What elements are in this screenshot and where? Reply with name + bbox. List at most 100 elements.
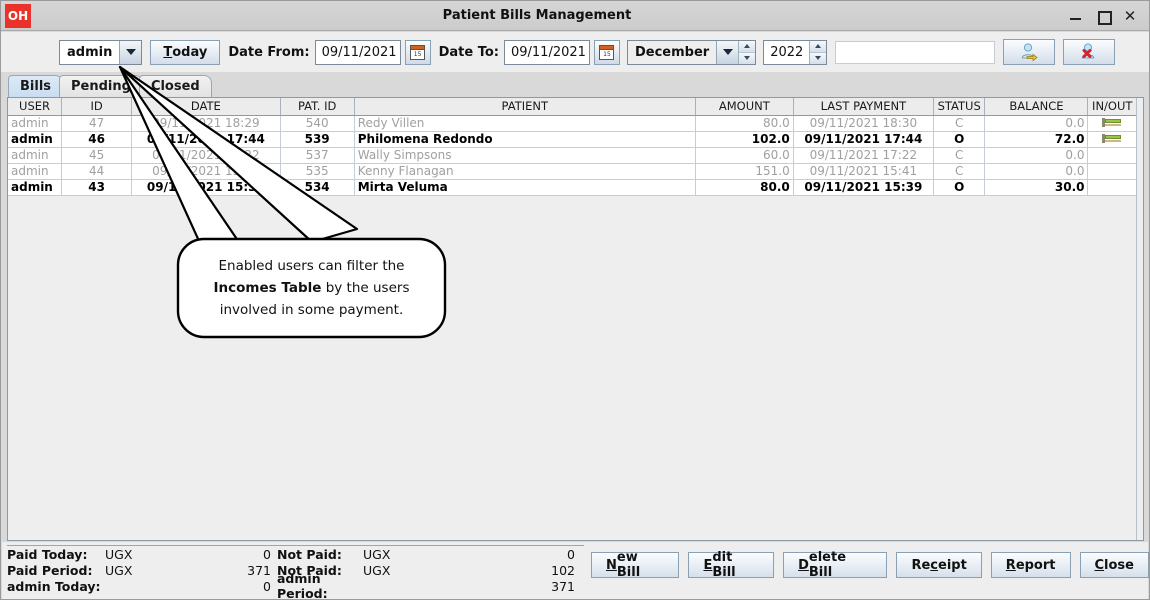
summary-currency: UGX xyxy=(105,562,133,578)
column-header[interactable]: ID xyxy=(61,98,133,116)
month-combo-value: December xyxy=(627,40,717,64)
table-row[interactable]: admin 46 09/11/2021 17:44 539 Philomena Redo… xyxy=(8,131,1137,148)
bill-id: 43 xyxy=(61,179,133,196)
summary-value: 0 xyxy=(263,578,271,594)
date-to-input[interactable]: 09/11/2021 xyxy=(503,39,590,65)
month-combo[interactable]: December xyxy=(626,39,757,65)
user-clear-filter-button[interactable] xyxy=(1063,39,1116,65)
summary-label: Paid Today: xyxy=(7,546,88,562)
year-spinner[interactable]: 2022 xyxy=(763,39,828,65)
last-payment: 09/11/2021 15:41 xyxy=(793,163,934,180)
chevron-down-icon[interactable] xyxy=(119,40,142,64)
close-button[interactable]: Close xyxy=(1079,552,1149,578)
bill-date: 09/11/2021 17:22 xyxy=(131,147,281,164)
column-header[interactable]: IN/OUT xyxy=(1087,98,1137,116)
summary-label-2: admin Period: xyxy=(277,571,328,600)
year-spinner-arrows[interactable] xyxy=(809,40,827,64)
patient-id: 539 xyxy=(280,131,355,148)
bill-user: admin xyxy=(8,115,63,132)
patient-id: 537 xyxy=(280,147,355,164)
action-button-bar: New Bill Edit Bill Delete Bill Re c eipt Repor… xyxy=(591,550,1149,580)
column-header[interactable]: BALANCE xyxy=(984,98,1089,116)
button-label-pre: Re xyxy=(911,557,931,573)
user-filter-value: admin xyxy=(60,40,120,64)
button-mnemonic: C xyxy=(1094,557,1105,573)
year-value: 2022 xyxy=(770,44,804,60)
callout-line-3: involved in some payment. xyxy=(219,302,404,318)
table-vertical-scrollbar[interactable] xyxy=(1136,98,1143,540)
bill-user: admin xyxy=(8,147,63,164)
inout-cell xyxy=(1087,131,1137,148)
button-mnemonic: N xyxy=(606,557,617,573)
chevron-down-icon[interactable] xyxy=(716,40,739,64)
column-header[interactable]: STATUS xyxy=(933,98,986,116)
date-from-input[interactable]: 09/11/2021 xyxy=(314,39,401,65)
today-button[interactable]: Today xyxy=(150,39,221,65)
status-badge: O xyxy=(933,179,986,196)
bill-amount: 102.0 xyxy=(695,131,794,148)
table-row[interactable]: admin 43 09/11/2021 15:39 534 Mirta Veluma 80… xyxy=(8,179,1137,196)
month-spinner[interactable] xyxy=(738,40,756,64)
search-input[interactable] xyxy=(835,40,996,64)
bill-amount: 60.0 xyxy=(695,147,794,164)
bill-date: 09/11/2021 18:29 xyxy=(131,115,281,132)
button-label-post: eipt xyxy=(938,557,967,573)
edit-bill-button[interactable]: Edit Bill xyxy=(688,550,775,580)
status-badge: C xyxy=(933,163,986,180)
summary-label: admin Today: xyxy=(7,578,101,594)
button-mnemonic: R xyxy=(1005,557,1016,573)
column-header[interactable]: AMOUNT xyxy=(695,98,794,116)
user-apply-filter-button[interactable] xyxy=(1003,39,1056,65)
inout-cell xyxy=(1087,163,1137,180)
new-bill-button[interactable]: New Bill xyxy=(591,550,680,580)
bed-icon xyxy=(1102,118,1122,127)
tab-label: Bills xyxy=(20,79,52,94)
column-header[interactable]: LAST PAYMENT xyxy=(793,98,934,116)
maximize-icon[interactable] xyxy=(1096,8,1112,25)
inout-cell xyxy=(1087,179,1137,196)
bill-user: admin xyxy=(8,179,63,196)
column-header[interactable]: PAT. ID xyxy=(280,98,355,116)
button-label-post: lose xyxy=(1104,557,1134,573)
tab-bills[interactable]: Bills xyxy=(8,75,64,97)
table-row[interactable]: admin 44 09/11/2021 15:40 535 Kenny Flanagan… xyxy=(8,163,1137,180)
user-filter-combo[interactable]: admin xyxy=(59,39,143,65)
status-badge: C xyxy=(933,115,986,132)
date-from-calendar-icon[interactable]: 15 xyxy=(404,39,431,65)
callout-line-2: Incomes Table by the users xyxy=(214,277,410,299)
bill-balance: 0.0 xyxy=(984,147,1089,164)
toolbar: admin Today Date From: 09/11/2021 15 Dat… xyxy=(1,32,1149,72)
date-to-label: Date To: xyxy=(438,44,499,60)
summary-panel: Paid Today: UGX 0 Not Paid: UGX 0 Paid Period:… xyxy=(7,545,584,600)
summary-value-2: 102 xyxy=(551,562,575,578)
column-header[interactable]: DATE xyxy=(131,98,281,116)
patient-name: Mirta Veluma xyxy=(354,179,696,196)
patient-name: Wally Simpsons xyxy=(354,147,696,164)
patient-name: Redy Villen xyxy=(354,115,696,132)
summary-row: Paid Today: UGX 0 Not Paid: UGX 0 xyxy=(7,546,584,562)
date-to-calendar-icon[interactable]: 15 xyxy=(593,39,620,65)
table-row[interactable]: admin 45 09/11/2021 17:22 537 Wally Simpsons… xyxy=(8,147,1137,164)
delete-bill-button[interactable]: Delete Bill xyxy=(783,550,888,580)
tab-closed[interactable]: Closed xyxy=(138,75,212,97)
patient-name: Kenny Flanagan xyxy=(354,163,696,180)
button-label-post: elete Bill xyxy=(808,550,847,580)
patient-id: 540 xyxy=(280,115,355,132)
column-header[interactable]: USER xyxy=(8,98,63,116)
tab-pending[interactable]: Pending xyxy=(59,75,143,97)
report-button[interactable]: Report xyxy=(990,552,1071,578)
close-icon[interactable]: ✕ xyxy=(1123,8,1137,24)
summary-value-2: 371 xyxy=(551,578,575,594)
receipt-button[interactable]: Re c eipt xyxy=(896,552,982,578)
button-mnemonic: D xyxy=(798,557,809,573)
minimize-icon[interactable] xyxy=(1069,8,1083,24)
tab-label: Closed xyxy=(150,79,200,94)
inout-cell xyxy=(1087,115,1137,132)
table-row[interactable]: admin 47 09/11/2021 18:29 540 Redy Villen 80.… xyxy=(8,115,1137,132)
callout-text: Enabled users can filter the Incomes Tab… xyxy=(178,239,445,337)
patient-id: 534 xyxy=(280,179,355,196)
bill-id: 44 xyxy=(61,163,133,180)
column-header[interactable]: PATIENT xyxy=(354,98,696,116)
tab-bar: Bills Pending Closed xyxy=(8,75,212,97)
bill-balance: 0.0 xyxy=(984,115,1089,132)
